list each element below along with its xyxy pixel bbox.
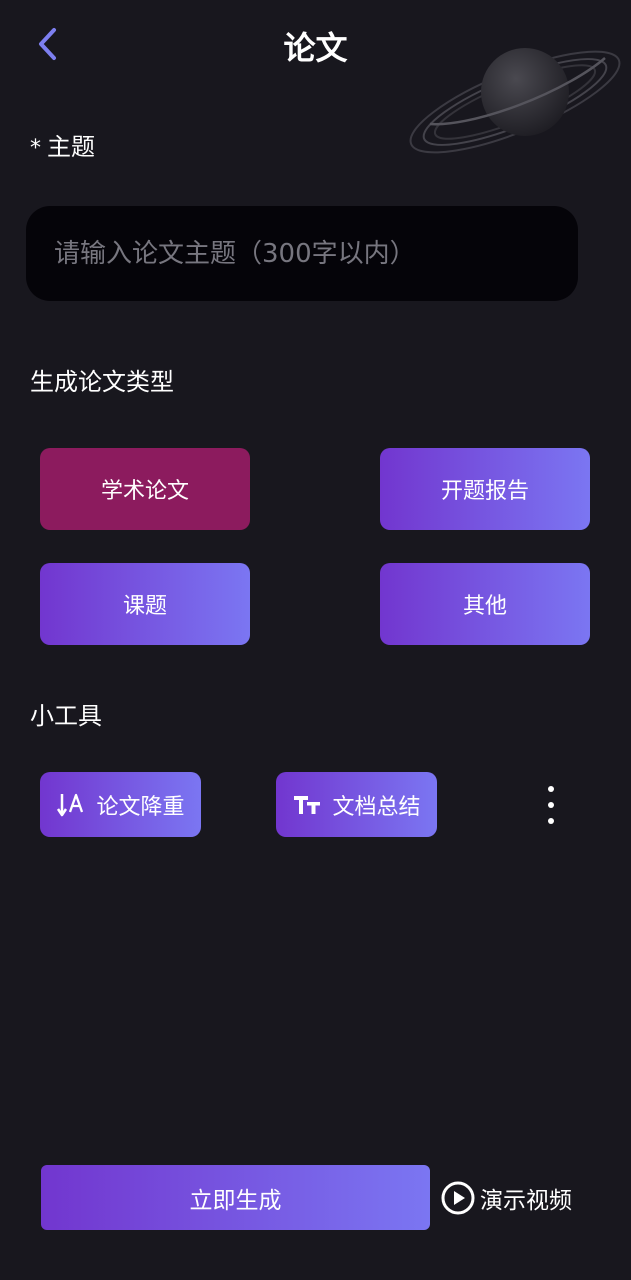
- tool-reduce-duplication-button[interactable]: 论文降重: [40, 772, 201, 837]
- topic-input[interactable]: [52, 237, 552, 270]
- tool-reduce-duplication-label: 论文降重: [96, 794, 185, 820]
- topic-input-container: [26, 206, 578, 301]
- paper-type-label: 生成论文类型: [30, 368, 174, 396]
- page-title: 论文: [283, 29, 348, 67]
- demo-video-button[interactable]: 演示视频: [440, 1178, 572, 1218]
- tools-label: 小工具: [30, 702, 102, 730]
- play-circle-icon: [440, 1180, 476, 1216]
- type-proposal-report-button[interactable]: 开题报告: [380, 448, 590, 530]
- sort-text-icon: [56, 790, 86, 820]
- topic-label: 主题: [47, 133, 95, 161]
- required-mark: *: [30, 136, 41, 161]
- generate-now-button[interactable]: 立即生成: [41, 1165, 430, 1230]
- topic-label-row: * 主题: [30, 131, 95, 165]
- demo-video-label: 演示视频: [480, 1188, 572, 1214]
- more-tools-button[interactable]: [536, 786, 566, 824]
- type-research-topic-button[interactable]: 课题: [40, 563, 250, 645]
- type-other-button[interactable]: 其他: [380, 563, 590, 645]
- type-academic-paper-button[interactable]: 学术论文: [40, 448, 250, 530]
- paper-page: 论文 *主题 生成论文类型 学术论文 开题报告 课题 其他 小工具 论文降重 文…: [0, 0, 631, 1280]
- tool-document-summary-button[interactable]: 文档总结: [276, 772, 437, 837]
- tool-document-summary-label: 文档总结: [332, 794, 421, 820]
- more-vertical-icon: [548, 786, 554, 792]
- text-size-icon: [292, 790, 322, 820]
